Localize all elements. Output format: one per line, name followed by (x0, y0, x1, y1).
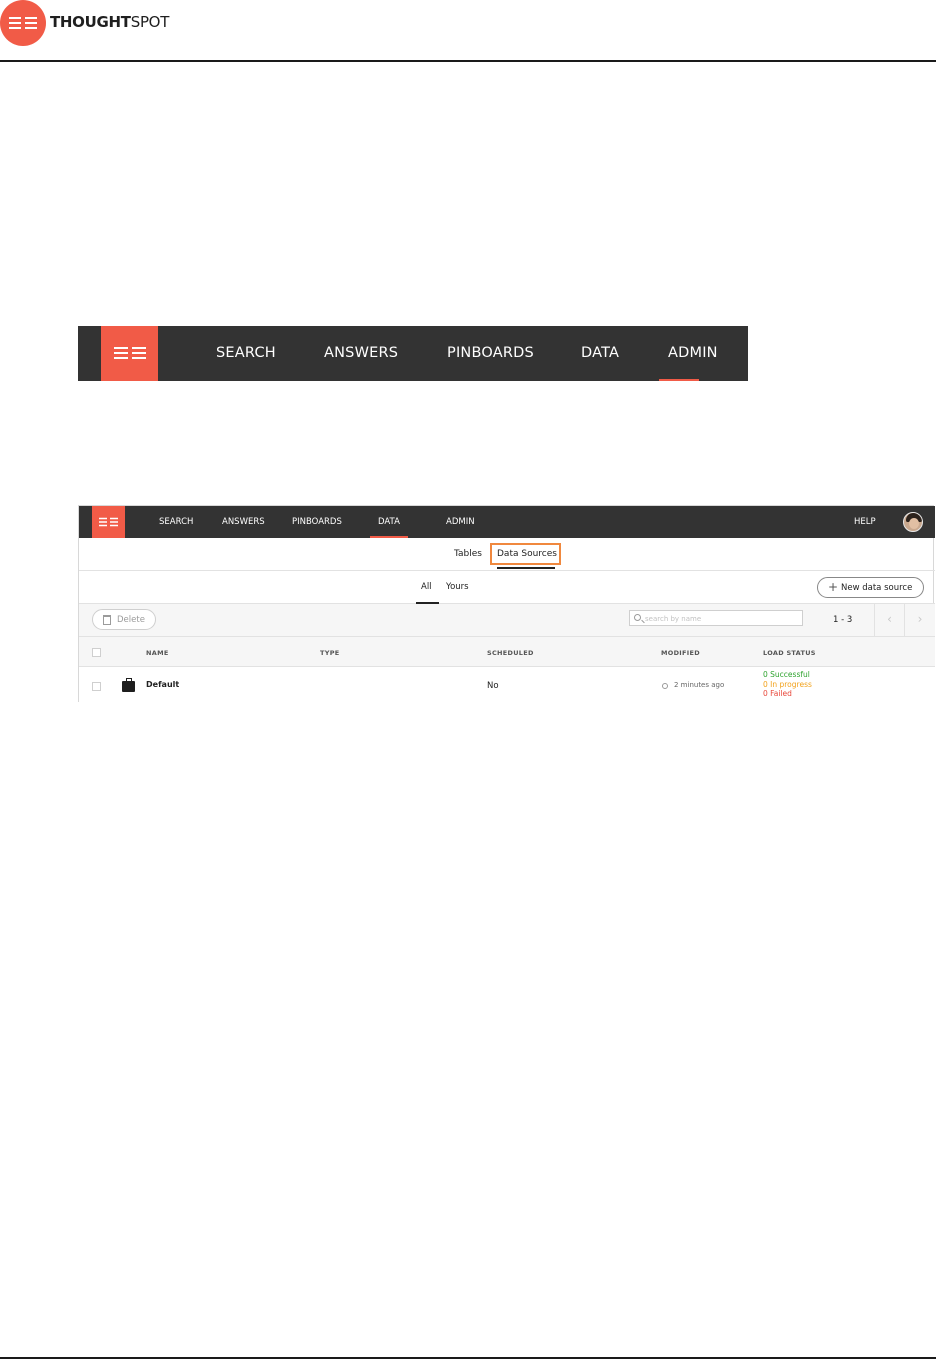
column-name[interactable]: NAME (146, 649, 169, 657)
status-in-progress: 0 In progress (763, 680, 812, 689)
footer-rule (0, 1357, 936, 1359)
row-checkbox[interactable] (92, 682, 101, 691)
search-box (629, 610, 803, 626)
row-name[interactable]: Default (146, 680, 179, 689)
tab-data-sources[interactable]: Data Sources (497, 549, 557, 559)
app-nav-search[interactable]: SEARCH (159, 517, 193, 527)
status-successful: 0 Successful (763, 670, 810, 679)
prev-page-button[interactable]: ‹ (874, 604, 904, 637)
next-page-button[interactable]: › (904, 604, 935, 637)
nav-pinboards[interactable]: PINBOARDS (447, 345, 534, 361)
nav-logo-icon[interactable] (101, 326, 158, 381)
clock-icon (662, 683, 668, 689)
search-icon (634, 614, 641, 621)
app-nav-answers[interactable]: ANSWERS (222, 517, 265, 527)
nav-active-indicator (659, 379, 699, 381)
row-scheduled: No (487, 681, 499, 691)
main-nav-bar: SEARCH ANSWERS PINBOARDS DATA ADMIN (78, 326, 748, 381)
list-toolbar: Delete 1 - 3 ‹ › (79, 604, 935, 637)
status-failed: 0 Failed (763, 689, 792, 698)
table-header: NAME TYPE SCHEDULED MODIFIED LOAD STATUS (79, 637, 935, 667)
column-type[interactable]: TYPE (320, 649, 340, 657)
data-tabs: Tables Data Sources (79, 538, 935, 571)
data-sources-screenshot: SEARCH ANSWERS PINBOARDS DATA ADMIN HELP… (78, 505, 935, 702)
new-data-source-button[interactable]: + New data source (817, 577, 924, 598)
thoughtspot-logo-icon (0, 0, 46, 46)
search-input[interactable] (645, 613, 795, 624)
help-link[interactable]: HELP (854, 517, 876, 527)
column-modified[interactable]: MODIFIED (661, 649, 700, 657)
row-modified: 2 minutes ago (674, 681, 725, 689)
delete-label: Delete (117, 615, 145, 625)
avatar-face (909, 518, 919, 529)
column-load-status[interactable]: LOAD STATUS (763, 649, 816, 657)
nav-data[interactable]: DATA (581, 345, 619, 361)
brand-name-light: SPOT (130, 13, 170, 31)
app-nav-admin[interactable]: ADMIN (446, 517, 475, 527)
app-nav-bar: SEARCH ANSWERS PINBOARDS DATA ADMIN HELP (79, 506, 935, 538)
tab-active-indicator (497, 567, 555, 569)
tab-all[interactable]: All (421, 582, 432, 592)
delete-button[interactable]: Delete (92, 609, 156, 630)
user-avatar[interactable] (903, 512, 923, 532)
brand-name-bold: THOUGHT (50, 13, 131, 31)
app-nav-data[interactable]: DATA (378, 517, 400, 527)
trash-icon (103, 615, 111, 625)
plus-icon: + (828, 580, 839, 594)
app-logo-icon[interactable] (92, 506, 125, 538)
tab-yours[interactable]: Yours (446, 582, 469, 592)
pagination-range: 1 - 3 (833, 615, 853, 625)
brand-name: THOUGHTSPOT (50, 13, 169, 31)
chevron-left-icon: ‹ (887, 612, 892, 626)
app-nav-pinboards[interactable]: PINBOARDS (292, 517, 342, 527)
document-header: THOUGHTSPOT (0, 0, 936, 62)
nav-admin[interactable]: ADMIN (668, 345, 718, 361)
table-row[interactable]: Default No 2 minutes ago 0 Successful 0 … (79, 667, 935, 702)
briefcase-icon (122, 678, 135, 692)
nav-search[interactable]: SEARCH (216, 345, 276, 361)
tab-tables[interactable]: Tables (454, 549, 482, 559)
filter-tabs: All Yours + New data source (79, 571, 935, 604)
nav-answers[interactable]: ANSWERS (324, 345, 398, 361)
chevron-right-icon: › (917, 612, 923, 626)
new-data-source-label: New data source (841, 583, 913, 593)
select-all-checkbox[interactable] (92, 648, 101, 657)
column-scheduled[interactable]: SCHEDULED (487, 649, 534, 657)
